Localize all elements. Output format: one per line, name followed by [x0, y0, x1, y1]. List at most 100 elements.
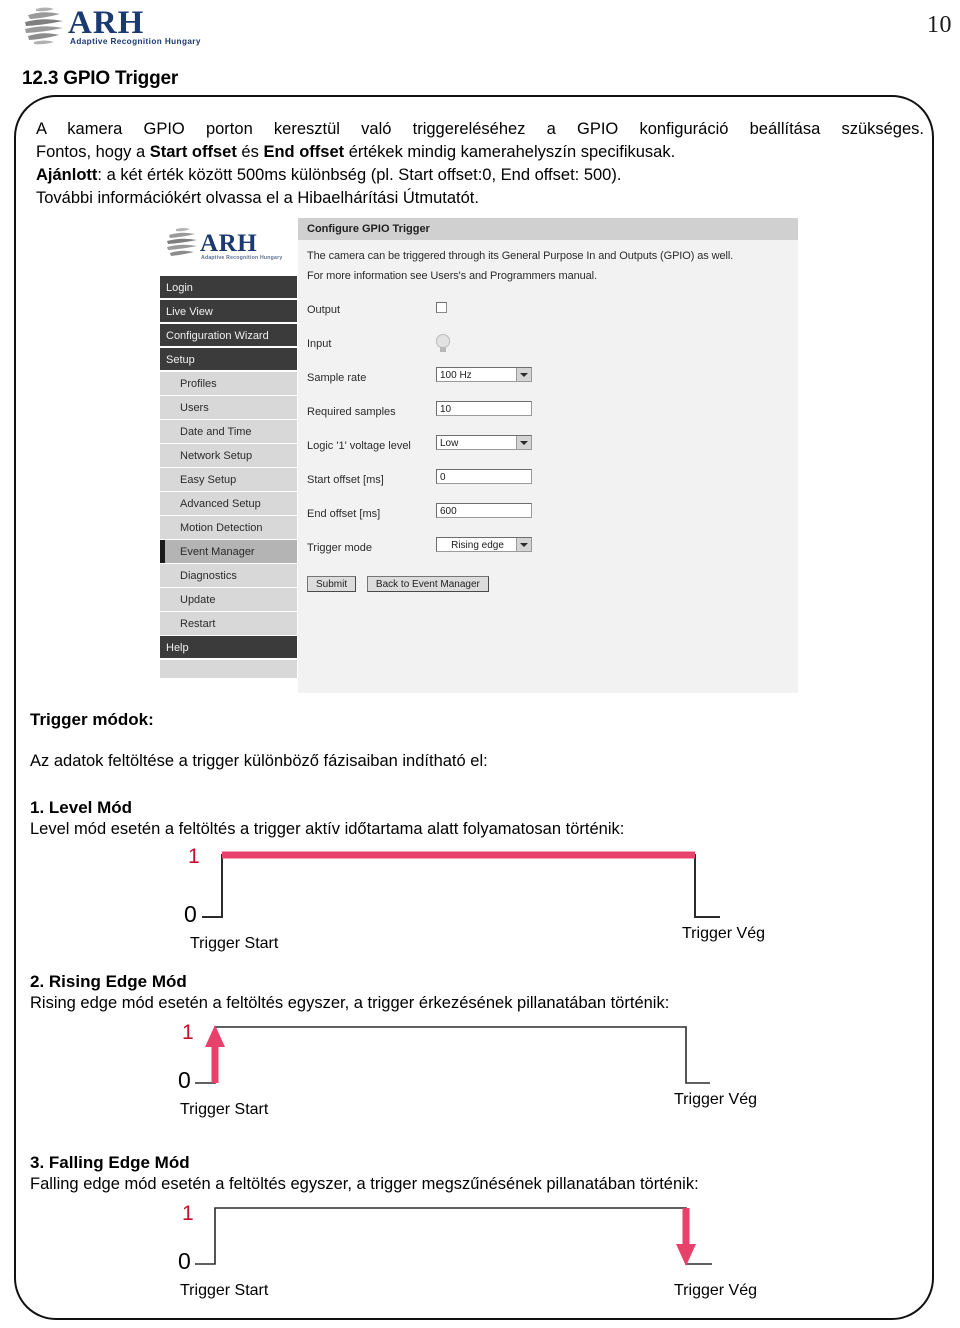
- lightbulb-icon: [436, 334, 450, 353]
- submit-button[interactable]: Submit: [307, 576, 357, 592]
- falling-edge-arrow: [676, 1208, 696, 1266]
- output-checkbox[interactable]: [436, 302, 447, 313]
- mode-2-high-label: 1: [182, 1021, 194, 1044]
- arh-logo: ARH Adaptive Recognition Hungary: [22, 3, 222, 49]
- page-title: 12.3 GPIO Trigger: [22, 68, 179, 89]
- sample-rate-value: 100 Hz: [440, 370, 472, 381]
- sidebar-item-network-setup[interactable]: Network Setup: [160, 444, 297, 468]
- end-offset-input[interactable]: 600: [436, 503, 532, 518]
- form-row-start-offset: Start offset [ms] 0: [298, 466, 798, 500]
- mode-3-low-label: 0: [178, 1248, 191, 1274]
- lightbulb-base: [440, 347, 446, 352]
- intro-line-2: Fontos, hogy a Start offset és End offse…: [36, 141, 926, 164]
- rising-edge-arrow: [205, 1025, 225, 1083]
- input-indicator-wrap: [436, 333, 450, 353]
- mode-3-high-label: 1: [182, 1202, 194, 1225]
- mode-block-level: 1. Level Mód Level mód esetén a feltölté…: [30, 798, 910, 952]
- chevron-down-icon[interactable]: [516, 538, 531, 551]
- sidebar-footer-spacer: [160, 660, 297, 678]
- sidebar-item-users[interactable]: Users: [160, 396, 297, 420]
- form-row-required-samples: Required samples 10: [298, 398, 798, 432]
- app-panel-title: Configure GPIO Trigger: [298, 218, 798, 240]
- start-offset-term: Start offset: [149, 143, 237, 161]
- output-checkbox-wrap: [436, 299, 447, 313]
- sidebar-item-setup[interactable]: Setup: [160, 348, 297, 372]
- sidebar-item-update[interactable]: Update: [160, 588, 297, 612]
- form-row-input: Input: [298, 330, 798, 364]
- mode-3-waveform: 1 0 Trigger Start Trigger Vég: [30, 1194, 910, 1304]
- sample-rate-control: 100 Hz: [436, 367, 532, 382]
- trigger-mode-select[interactable]: Rising edge: [436, 537, 532, 552]
- page-number: 10: [927, 12, 952, 38]
- form-row-output: Output: [298, 296, 798, 330]
- sidebar-item-diagnostics[interactable]: Diagnostics: [160, 564, 297, 588]
- sample-rate-select[interactable]: 100 Hz: [436, 367, 532, 382]
- mode-3-title: 3. Falling Edge Mód: [30, 1153, 190, 1172]
- sidebar-item-help[interactable]: Help: [160, 636, 297, 660]
- app-sidebar: ARH Adaptive Recognition Hungary Login L…: [158, 218, 298, 693]
- sidebar-item-profiles[interactable]: Profiles: [160, 372, 297, 396]
- intro-line-2-mid: és: [236, 143, 264, 161]
- mode-2-desc: Rising edge mód esetén a feltöltés egysz…: [30, 994, 670, 1012]
- intro-line-1: A kamera GPIO porton keresztül való trig…: [36, 120, 924, 138]
- chevron-down-icon[interactable]: [516, 368, 531, 381]
- intro-paragraph: A kamera GPIO porton keresztül való trig…: [36, 118, 926, 210]
- end-offset-term: End offset: [263, 143, 345, 161]
- mode-2-title: 2. Rising Edge Mód: [30, 972, 187, 991]
- svg-text:Adaptive Recognition Hungary: Adaptive Recognition Hungary: [70, 37, 201, 46]
- mode-1-title: 1. Level Mód: [30, 798, 133, 817]
- mode-1-waveform: 1 0 Trigger Start Trigger Vég: [30, 839, 910, 952]
- trigger-mode-control: Rising edge: [436, 537, 532, 552]
- mode-1-low-label: 0: [184, 901, 197, 927]
- intro-line-2-pre: Fontos, hogy a: [36, 143, 150, 161]
- form-row-end-offset: End offset [ms] 600: [298, 500, 798, 534]
- form-row-sample-rate: Sample rate 100 Hz: [298, 364, 798, 398]
- logic-level-select[interactable]: Low: [436, 435, 532, 450]
- mode-3-desc: Falling edge mód esetén a feltöltés egys…: [30, 1175, 699, 1193]
- embedded-app-screenshot: ARH Adaptive Recognition Hungary Login L…: [158, 218, 798, 693]
- mode-1-end-label: Trigger Vég: [682, 925, 765, 942]
- mode-2-low-label: 0: [178, 1067, 191, 1093]
- back-to-event-manager-button[interactable]: Back to Event Manager: [366, 576, 489, 592]
- sidebar-item-login[interactable]: Login: [160, 276, 297, 300]
- page-header: ARH Adaptive Recognition Hungary 10: [0, 0, 960, 60]
- trigger-modes-intro: Az adatok feltöltése a trigger különböző…: [30, 752, 488, 770]
- intro-line-2-post: értékek mindig kamerahelyszín specifikus…: [344, 143, 676, 161]
- mode-3-start-label: Trigger Start: [180, 1282, 269, 1299]
- mode-block-falling-edge: 3. Falling Edge Mód Falling edge mód ese…: [30, 1153, 910, 1304]
- input-label: Input: [307, 338, 332, 350]
- sidebar-item-live-view[interactable]: Live View: [160, 300, 297, 324]
- required-samples-input[interactable]: 10: [436, 401, 532, 416]
- sidebar-item-easy-setup[interactable]: Easy Setup: [160, 468, 297, 492]
- start-offset-control: 0: [436, 469, 532, 484]
- sidebar-item-motion-detection[interactable]: Motion Detection: [160, 516, 297, 540]
- svg-text:ARH: ARH: [200, 230, 257, 257]
- sidebar-item-advanced-setup[interactable]: Advanced Setup: [160, 492, 297, 516]
- logic-level-label: Logic '1' voltage level: [307, 440, 411, 452]
- intro-line-4: További információkért olvassa el a Hiba…: [36, 189, 479, 207]
- chevron-down-icon[interactable]: [516, 436, 531, 449]
- trigger-modes-title: Trigger módok:: [30, 710, 154, 729]
- trigger-mode-label: Trigger mode: [307, 542, 373, 554]
- end-offset-label: End offset [ms]: [307, 508, 381, 520]
- required-samples-control: 10: [436, 401, 532, 416]
- mode-3-end-label: Trigger Vég: [674, 1282, 757, 1299]
- intro-line-3-post: : a két érték között 500ms különbség (pl…: [97, 166, 622, 184]
- mode-block-rising-edge: 2. Rising Edge Mód Rising edge mód eseté…: [30, 972, 910, 1123]
- sidebar-item-date-and-time[interactable]: Date and Time: [160, 420, 297, 444]
- end-offset-control: 600: [436, 503, 532, 518]
- start-offset-input[interactable]: 0: [436, 469, 532, 484]
- trigger-mode-value: Rising edge: [451, 540, 504, 551]
- sidebar-item-restart[interactable]: Restart: [160, 612, 297, 636]
- sample-rate-label: Sample rate: [307, 372, 367, 384]
- start-offset-label: Start offset [ms]: [307, 474, 384, 486]
- form-row-trigger-mode: Trigger mode Rising edge: [298, 534, 798, 568]
- sidebar-item-configuration-wizard[interactable]: Configuration Wizard: [160, 324, 297, 348]
- sidebar-item-event-manager[interactable]: Event Manager: [160, 540, 297, 564]
- logic-level-value: Low: [440, 438, 459, 449]
- recommended-term: Ajánlott: [36, 166, 98, 184]
- output-label: Output: [307, 304, 341, 316]
- mode-1-desc: Level mód esetén a feltöltés a trigger a…: [30, 820, 625, 838]
- app-description-line-1: The camera can be triggered through its …: [307, 250, 734, 262]
- app-arh-logo: ARH Adaptive Recognition Hungary: [164, 224, 294, 264]
